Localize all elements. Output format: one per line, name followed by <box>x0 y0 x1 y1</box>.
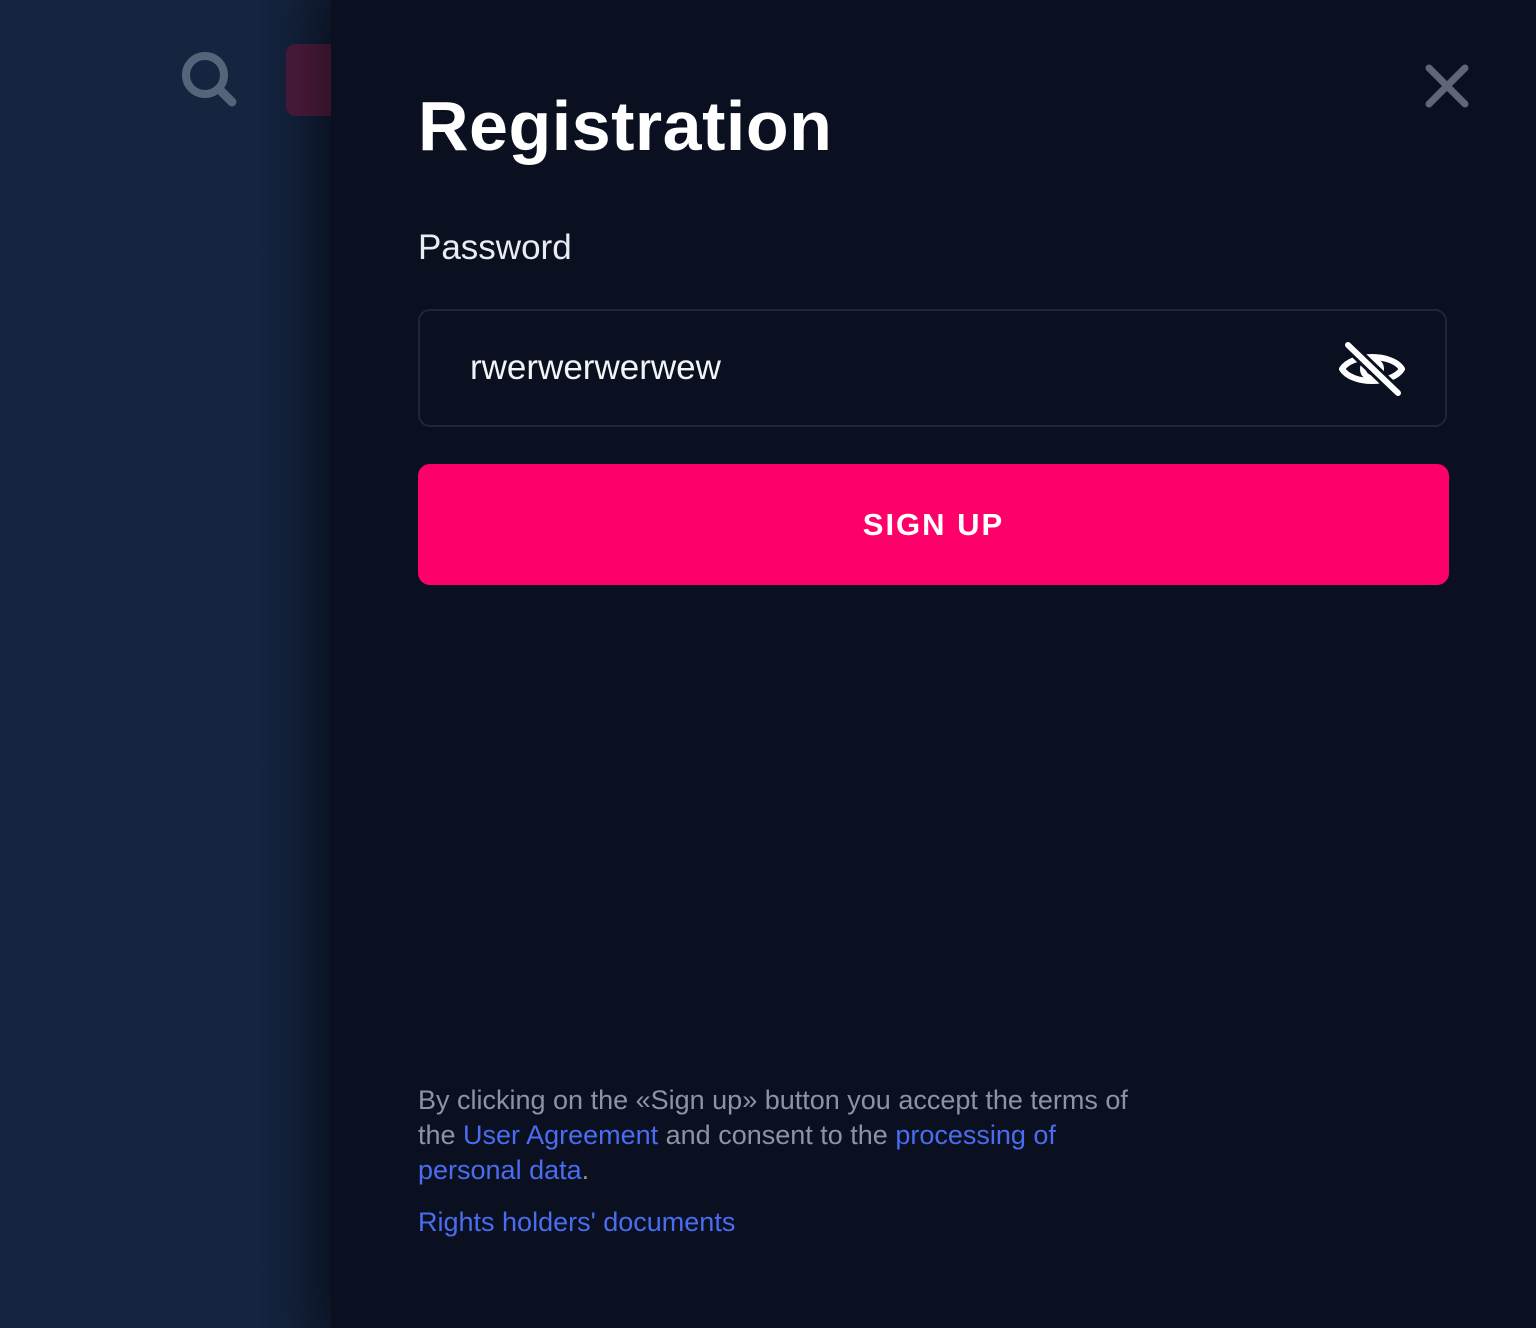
page-title: Registration <box>418 87 833 165</box>
screen: Registration Password SIGN UP By clickin… <box>0 0 1536 1328</box>
legal-text: By clicking on the «Sign up» button you … <box>418 1083 1138 1188</box>
legal-text-part-3: . <box>581 1155 590 1185</box>
search-icon[interactable] <box>176 46 240 110</box>
background-page <box>0 0 346 1328</box>
password-field <box>418 309 1447 427</box>
password-label: Password <box>418 228 572 267</box>
eye-off-icon[interactable] <box>1338 339 1406 399</box>
user-agreement-link[interactable]: User Agreement <box>463 1120 658 1150</box>
legal-text-part-2: and consent to the <box>658 1120 896 1150</box>
close-icon[interactable] <box>1423 62 1471 110</box>
password-input[interactable] <box>470 311 1310 425</box>
registration-modal: Registration Password SIGN UP By clickin… <box>331 0 1536 1328</box>
rights-holders-link[interactable]: Rights holders' documents <box>418 1205 735 1240</box>
sign-up-button[interactable]: SIGN UP <box>418 464 1449 585</box>
